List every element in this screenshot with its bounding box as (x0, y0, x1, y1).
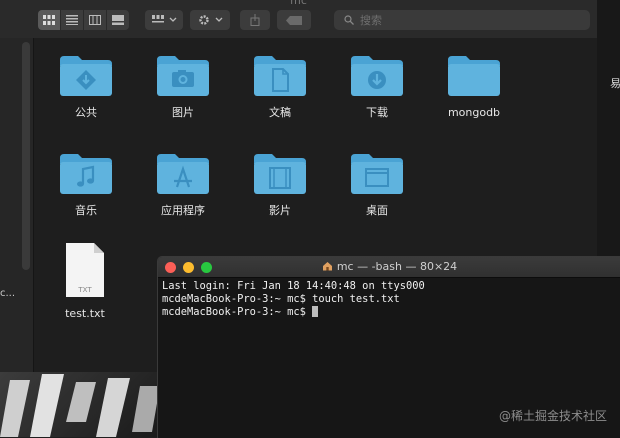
share-button[interactable] (240, 10, 270, 30)
home-icon (322, 262, 332, 271)
public-folder-icon (60, 56, 112, 96)
chevron-down-icon (169, 17, 176, 22)
list-icon (66, 15, 78, 25)
group-by-button[interactable] (145, 10, 183, 30)
group-by-control (145, 10, 185, 30)
desktop-folder-icon (351, 154, 403, 194)
action-control (190, 10, 232, 30)
folder-downloads[interactable]: 下载 (332, 52, 422, 119)
terminal-window: mc — -bash — 80×24 Last login: Fri Jan 1… (157, 256, 620, 438)
folder-mongodb[interactable]: mongodb (429, 52, 519, 119)
wallpaper-shapes (0, 374, 160, 437)
camera-folder-icon (157, 56, 209, 96)
folder-label: mongodb (447, 106, 501, 119)
finder-title: mc (290, 0, 307, 7)
search-input[interactable] (360, 13, 560, 27)
folder-label: 图片 (172, 106, 194, 119)
terminal-title-text: mc — -bash — 80×24 (336, 260, 458, 273)
tag-button[interactable] (277, 10, 311, 30)
terminal-line: mcdeMacBook-Pro-3:~ mc$ touch test.txt (162, 293, 400, 305)
share-control (240, 10, 272, 30)
folder-label: 应用程序 (161, 204, 205, 217)
gear-icon (198, 15, 209, 25)
download-folder-icon (351, 56, 403, 96)
document-folder-icon (254, 56, 306, 96)
grid-icon (43, 15, 55, 25)
tag-icon (286, 15, 302, 25)
terminal-prompt: mcdeMacBook-Pro-3:~ mc$ (162, 306, 313, 318)
music-folder-icon (60, 154, 112, 194)
folder-icon (448, 56, 500, 96)
edge-text: 易 (610, 77, 620, 90)
file-label: test.txt (65, 307, 105, 320)
folder-label: 下载 (366, 106, 388, 119)
desktop-wallpaper-fragment (0, 372, 160, 437)
search-icon (344, 15, 354, 25)
txt-file-icon: TXT (66, 243, 104, 297)
columns-icon (89, 15, 101, 25)
film-folder-icon (254, 154, 306, 194)
folder-desktop[interactable]: 桌面 (332, 150, 422, 217)
group-grid-icon (151, 15, 164, 23)
folder-label: 公共 (75, 106, 97, 119)
folder-public[interactable]: 公共 (41, 52, 131, 119)
folder-label: 音乐 (75, 204, 97, 217)
file-badge: TXT (77, 286, 92, 294)
icon-view-button[interactable] (38, 10, 60, 30)
view-mode-segment (38, 10, 130, 30)
terminal-line: Last login: Fri Jan 18 14:40:48 on ttys0… (162, 280, 425, 292)
watermark: @稀土掘金技术社区 (498, 409, 607, 423)
terminal-output[interactable]: Last login: Fri Jan 18 14:40:48 on ttys0… (158, 278, 620, 321)
terminal-title: mc — -bash — 80×24 (158, 260, 620, 273)
text-cursor (312, 306, 319, 317)
terminal-titlebar[interactable]: mc — -bash — 80×24 (158, 257, 620, 278)
finder-toolbar: mc (0, 0, 597, 39)
folder-applications[interactable]: 应用程序 (138, 150, 228, 217)
apps-folder-icon (157, 154, 209, 194)
sidebar-scrollbar[interactable] (22, 42, 30, 270)
folder-documents[interactable]: 文稿 (235, 52, 325, 119)
folder-music[interactable]: 音乐 (41, 150, 131, 217)
gallery-view-button[interactable] (107, 10, 129, 30)
folder-label: 文稿 (269, 106, 291, 119)
list-view-button[interactable] (61, 10, 83, 30)
folder-label: 影片 (269, 204, 291, 217)
folder-label: 桌面 (366, 204, 388, 217)
file-test-txt[interactable]: TXT test.txt (40, 242, 130, 320)
tag-control (277, 10, 313, 30)
terminal-prompt-line: mcdeMacBook-Pro-3:~ mc$ (162, 306, 617, 319)
search-field[interactable] (334, 10, 590, 30)
action-button[interactable] (190, 10, 230, 30)
sidebar-item-label[interactable]: c... (0, 288, 15, 299)
gallery-icon (112, 15, 124, 25)
folder-movies[interactable]: 影片 (235, 150, 325, 217)
column-view-button[interactable] (84, 10, 106, 30)
chevron-down-icon (215, 17, 222, 22)
folder-pictures[interactable]: 图片 (138, 52, 228, 119)
share-icon (250, 14, 260, 26)
